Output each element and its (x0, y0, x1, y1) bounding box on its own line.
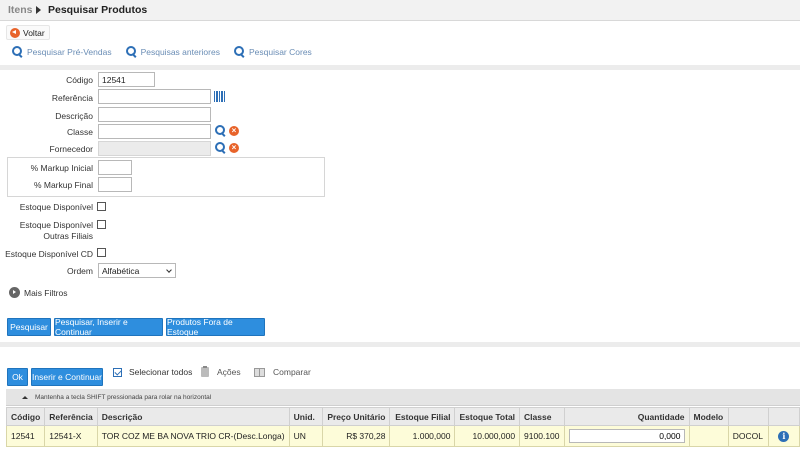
col-marca (727, 407, 769, 426)
table-header: Código Referência Descrição Unid. Preço … (5, 407, 800, 426)
col-referencia[interactable]: Referência (44, 407, 98, 426)
page-title: Pesquisar Produtos (48, 4, 148, 16)
search-links: Pesquisar Pré-Vendas Pesquisas anteriore… (12, 46, 312, 58)
col-codigo[interactable]: Código (5, 407, 46, 426)
fornecedor-input (98, 141, 211, 156)
divider (0, 342, 800, 347)
hint-text: Mantenha a tecla SHIFT pressionada para … (35, 394, 212, 401)
select-all[interactable]: Selecionar todos (113, 367, 192, 377)
cell-quantidade (563, 425, 690, 447)
search-pre-vendas-link[interactable]: Pesquisar Pré-Vendas (12, 46, 112, 58)
cell-estoque-filial: 1.000,000 (389, 425, 456, 447)
mais-filtros-toggle[interactable]: Mais Filtros (9, 287, 67, 298)
classe-input[interactable] (98, 124, 211, 139)
classe-search-icon[interactable] (215, 125, 227, 137)
col-descricao[interactable]: Descrição (96, 407, 290, 426)
cell-marca: DOCOL (727, 425, 769, 447)
link-label: Pesquisar Cores (248, 47, 312, 57)
previous-searches-link[interactable]: Pesquisas anteriores (125, 46, 220, 58)
fornecedor-search-icon[interactable] (215, 142, 227, 154)
col-estoque-filial[interactable]: Estoque Filial (389, 407, 456, 426)
search-icon (125, 46, 138, 58)
cell-preco: R$ 370,28 (322, 425, 391, 447)
ordem-label: Ordem (67, 266, 93, 276)
search-colors-link[interactable]: Pesquisar Cores (233, 46, 312, 58)
inserir-continuar-button[interactable]: Inserir e Continuar (31, 368, 103, 386)
cell-info: i (767, 425, 800, 447)
classe-label: Classe (67, 127, 93, 137)
col-estoque-total[interactable]: Estoque Total (454, 407, 521, 426)
markup-final-label: % Markup Final (33, 180, 93, 190)
estoque-disponivel-label: Estoque Disponível (19, 202, 93, 212)
back-arrow-icon (10, 27, 20, 38)
col-info (767, 407, 800, 426)
breadcrumb-arrow-icon (36, 6, 41, 14)
descricao-input[interactable] (98, 107, 211, 122)
cell-codigo: 12541 (5, 425, 46, 447)
cell-classe: 9100.100 (519, 425, 565, 447)
select-all-checkbox[interactable] (113, 367, 122, 377)
scroll-hint: Mantenha a tecla SHIFT pressionada para … (6, 389, 800, 406)
cell-estoque-total: 10.000,000 (454, 425, 521, 447)
acoes-label: Ações (217, 367, 241, 377)
referencia-input[interactable] (98, 89, 211, 104)
fornecedor-label: Fornecedor (49, 144, 93, 154)
expand-icon (9, 287, 20, 298)
descricao-label: Descrição (55, 111, 93, 121)
markup-final-input[interactable] (98, 177, 132, 192)
codigo-label: Código (66, 75, 93, 85)
ordem-selected: Alfabética (102, 266, 140, 276)
link-label: Pesquisar Pré-Vendas (27, 47, 112, 57)
comparar-button[interactable]: Comparar (254, 367, 311, 377)
cell-modelo (688, 425, 729, 447)
info-icon[interactable]: i (778, 430, 790, 442)
cell-descricao: TOR COZ ME BA NOVA TRIO CR-(Desc.Longa) (96, 425, 290, 447)
estoque-outras-filiais-label-2: Outras Filiais (43, 231, 93, 241)
compare-icon (254, 367, 265, 377)
back-button[interactable]: Voltar (6, 25, 50, 40)
pesquisar-inserir-button[interactable]: Pesquisar, Inserir e Continuar (54, 317, 163, 337)
cell-referencia: 12541-X (44, 425, 98, 447)
search-icon (233, 46, 246, 58)
search-icon (12, 46, 24, 58)
acoes-menu[interactable]: Ações (201, 366, 241, 377)
estoque-disponivel-checkbox[interactable] (97, 202, 106, 211)
col-modelo[interactable]: Modelo (688, 407, 729, 426)
comparar-label: Comparar (273, 367, 311, 377)
pesquisar-button[interactable]: Pesquisar (7, 318, 51, 336)
collapse-arrow-icon[interactable] (22, 396, 28, 399)
breadcrumb-itens[interactable]: Itens (8, 4, 33, 16)
results-table: Código Referência Descrição Unid. Preço … (5, 407, 800, 447)
mais-filtros-label: Mais Filtros (24, 287, 68, 298)
chevron-down-icon (166, 267, 172, 273)
estoque-cd-label: Estoque Disponível CD (5, 249, 93, 259)
fornecedor-clear-icon[interactable]: × (229, 143, 239, 153)
select-all-label: Selecionar todos (129, 367, 193, 377)
ok-button[interactable]: Ok (7, 368, 28, 386)
col-preco[interactable]: Preço Unitário (322, 407, 391, 426)
back-label: Voltar (23, 27, 45, 38)
cell-unid: UN (288, 425, 324, 447)
barcode-icon[interactable] (214, 91, 226, 102)
markup-inicial-input[interactable] (98, 160, 132, 175)
estoque-outras-filiais-label: Estoque Disponível (19, 220, 93, 230)
classe-clear-icon[interactable]: × (229, 126, 239, 136)
clipboard-icon (201, 366, 209, 377)
top-bar: Itens Pesquisar Produtos (0, 0, 800, 21)
referencia-label: Referência (51, 93, 93, 103)
divider (0, 65, 800, 70)
quantidade-input[interactable] (568, 429, 685, 443)
estoque-cd-checkbox[interactable] (97, 248, 106, 257)
fora-de-estoque-button[interactable]: Produtos Fora de Estoque (166, 317, 265, 337)
markup-inicial-label: % Markup Inicial (30, 163, 93, 173)
codigo-input[interactable] (98, 72, 155, 87)
ordem-select[interactable]: Alfabética (98, 263, 176, 278)
link-label: Pesquisas anteriores (140, 47, 220, 57)
col-quantidade[interactable]: Quantidade (563, 407, 690, 426)
table-row[interactable]: 12541 12541-X TOR COZ ME BA NOVA TRIO CR… (5, 425, 800, 447)
col-unid[interactable]: Unid. (288, 407, 324, 426)
estoque-outras-filiais-checkbox[interactable] (97, 220, 106, 229)
col-classe[interactable]: Classe (519, 407, 565, 426)
